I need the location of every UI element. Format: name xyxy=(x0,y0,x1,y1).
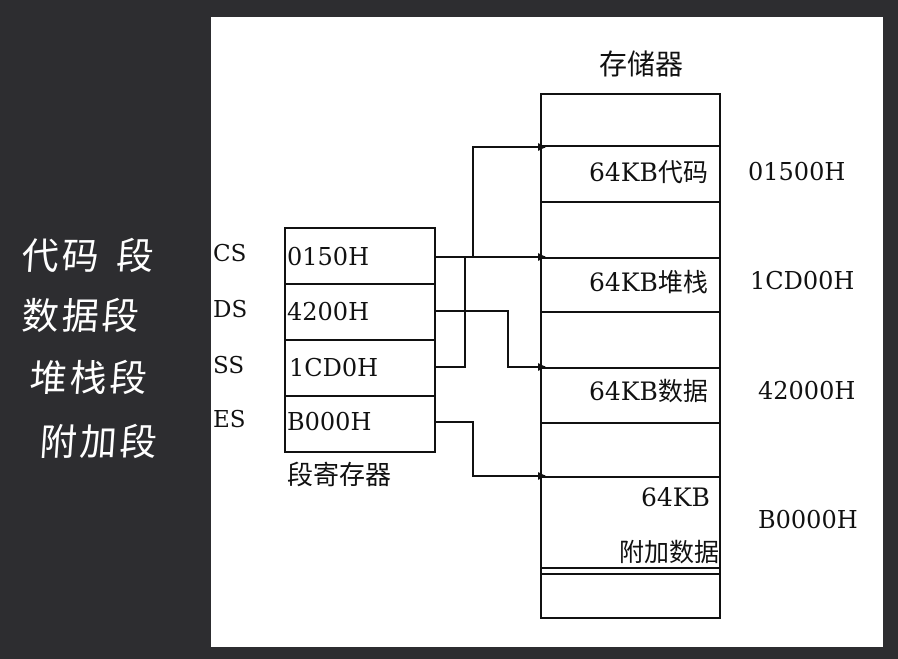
connector-arrows xyxy=(436,143,546,480)
arrow-es-to-extra xyxy=(436,421,546,480)
handwritten-label-stack-segment: 堆栈段 xyxy=(28,357,152,400)
handwritten-label-code-segment: 代码 段 xyxy=(20,235,159,278)
arrow-ds-to-data xyxy=(436,310,546,371)
handwritten-label-data-segment: 数据段 xyxy=(20,295,144,338)
diagram-panel: CS DS SS ES 0150H 4200H 1CD0H B000H 段寄存器… xyxy=(211,17,883,647)
arrow-cs-to-code xyxy=(436,143,546,258)
handwritten-label-extra-segment: 附加段 xyxy=(38,421,162,464)
